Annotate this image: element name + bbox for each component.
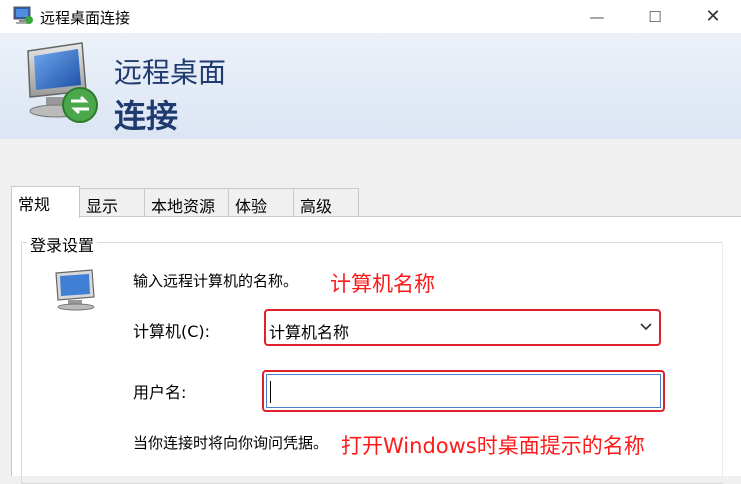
tab-advanced[interactable]: 高级 [293,188,359,216]
window-title: 远程桌面连接 [40,9,131,27]
username-input[interactable] [267,375,660,407]
computer-icon [55,269,95,311]
credentials-hint: 当你连接时将向你询问凭据。 [133,434,329,452]
banner-title-line1: 远程桌面 [114,56,227,89]
tab-general[interactable]: 常规 [11,186,80,218]
username-field-highlight [262,370,665,412]
text-caret [270,381,271,403]
computer-label: 计算机(C): [133,322,211,341]
annotation-computer-name: 计算机名称 [330,272,435,296]
computer-value: 计算机名称 [269,323,350,342]
tab-experience[interactable]: 体验 [228,188,294,216]
computer-combobox[interactable]: 计算机名称 [264,309,661,346]
username-label: 用户名: [133,383,187,402]
username-input-frame [266,374,661,408]
tab-display[interactable]: 显示 [79,188,145,216]
chevron-down-icon[interactable] [639,317,653,337]
close-button[interactable]: ✕ [690,0,736,33]
minimize-button[interactable]: — [574,0,620,33]
group-title: 登录设置 [27,232,98,256]
remote-desktop-icon [13,6,33,24]
banner-title-line2: 连接 [114,97,179,135]
tab-local-resources[interactable]: 本地资源 [144,188,229,216]
header-banner: 远程桌面 连接 [0,33,741,139]
computer-name-hint: 输入远程计算机的名称。 [133,272,299,290]
title-bar: 远程桌面连接 — ☐ ✕ [0,0,741,33]
annotation-username: 打开Windows时桌面提示的名称 [341,434,645,458]
remote-desktop-icon [27,42,98,123]
maximize-button[interactable]: ☐ [632,0,678,33]
